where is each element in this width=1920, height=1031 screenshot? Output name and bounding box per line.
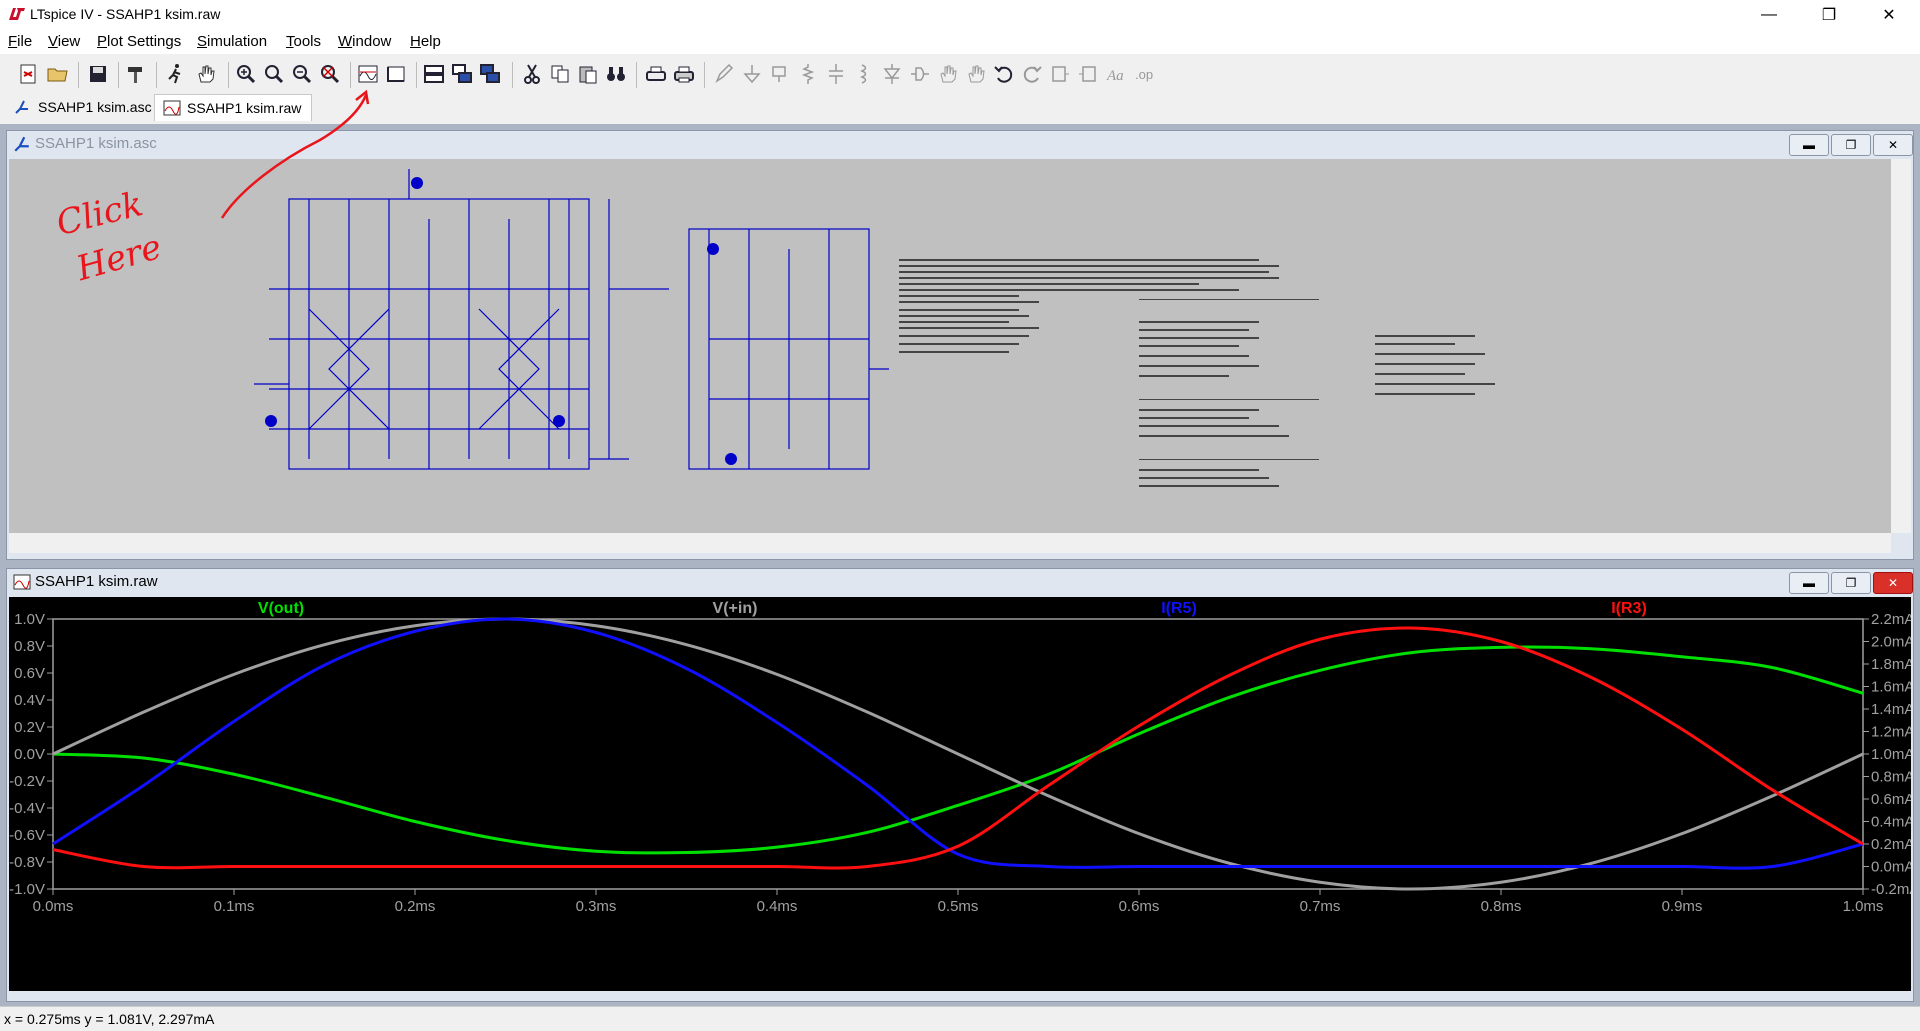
status-bar: x = 0.275ms y = 1.081V, 2.297mA [0, 1006, 1920, 1031]
x-tick-label: 0.4ms [757, 898, 798, 915]
mirror-icon[interactable] [1076, 62, 1100, 86]
y-right-tick-label: 0.6mA [1871, 791, 1911, 808]
waveform-window-titlebar[interactable]: SSAHP1 ksim.raw ▬ ❐ ✕ [7, 569, 1913, 595]
x-tick-label: 0.5ms [938, 898, 979, 915]
cursor-readout: x = 0.275ms y = 1.081V, 2.297mA [4, 1011, 215, 1027]
series-line-v-in [52, 617, 1864, 891]
redo-icon[interactable] [1020, 62, 1044, 86]
legend-entry: V(out) [258, 600, 304, 617]
legend-entry: V(+in) [713, 600, 758, 617]
tile-vertical-icon[interactable] [478, 62, 502, 86]
series-line-i-r5 [52, 617, 1864, 870]
x-tick-label: 0.9ms [1662, 898, 1703, 915]
resistor-icon[interactable] [796, 62, 820, 86]
y-right-tick-label: 1.6mA [1871, 679, 1911, 696]
y-left-tick-label: -0.4V [9, 800, 45, 817]
ground-icon[interactable] [740, 62, 764, 86]
inductor-icon[interactable] [852, 62, 876, 86]
svg-text:.op: .op [1135, 67, 1153, 82]
capacitor-icon[interactable] [824, 62, 848, 86]
find-binoculars-icon[interactable] [604, 62, 628, 86]
spice-directive-icon[interactable]: .op [1132, 62, 1156, 86]
x-tick-label: 0.6ms [1119, 898, 1160, 915]
draw-wire-pencil-icon[interactable] [712, 62, 736, 86]
waveform-close-button[interactable]: ✕ [1873, 572, 1913, 594]
diode-icon[interactable] [880, 62, 904, 86]
y-right-tick-label: 1.0mA [1871, 746, 1911, 763]
y-left-tick-label: -1.0V [9, 881, 45, 898]
y-right-tick-label: 0.8mA [1871, 769, 1911, 786]
component-icon[interactable] [908, 62, 932, 86]
click-here-annotation: Click Here [50, 184, 250, 300]
x-tick-label: 1.0ms [1843, 898, 1884, 915]
y-right-tick-label: 1.2mA [1871, 724, 1911, 741]
y-right-tick-label: -0.2mA [1871, 881, 1911, 898]
close-button[interactable]: ✕ [1866, 0, 1912, 30]
y-left-tick-label: 1.0V [14, 611, 45, 628]
y-left-tick-label: 0.4V [14, 692, 45, 709]
waveform-chart[interactable]: 0.0ms 0.1ms 0.2ms 0.3ms 0.4ms 0.5ms 0.6ms 0.7ms… [9, 597, 1919, 991]
print-setup-icon[interactable] [644, 62, 668, 86]
y-left-tick-label: 0.6V [14, 665, 45, 682]
x-tick-label: 0.8ms [1481, 898, 1522, 915]
legend-entry: I(R5) [1161, 600, 1197, 617]
y-left-tick-label: 0.8V [14, 638, 45, 655]
copy-icon[interactable] [548, 62, 572, 86]
y-right-tick-label: 1.4mA [1871, 701, 1911, 718]
y-right-tick-label: 1.8mA [1871, 656, 1911, 673]
schematic-minimize-button[interactable]: ▬ [1789, 134, 1829, 156]
waveform-window-title: SSAHP1 ksim.raw [35, 573, 158, 590]
drag-hand-icon[interactable] [964, 62, 988, 86]
waveform-minimize-button[interactable]: ▬ [1789, 572, 1829, 594]
y-left-tick-label: 0.0V [14, 746, 45, 763]
x-tick-label: 0.1ms [214, 898, 255, 915]
rotate-icon[interactable] [1048, 62, 1072, 86]
waveform-window: SSAHP1 ksim.raw ▬ ❐ ✕ 0.0ms 0.1ms 0.2ms 0.3… [6, 568, 1919, 1002]
y-right-tick-label: 2.0mA [1871, 634, 1911, 651]
y-right-tick-label: 0.0mA [1871, 859, 1911, 876]
y-left-tick-label: 0.2V [14, 719, 45, 736]
label-net-icon[interactable] [768, 62, 792, 86]
cascade-windows-icon[interactable] [450, 62, 474, 86]
waveform-plot-area[interactable]: 0.0ms 0.1ms 0.2ms 0.3ms 0.4ms 0.5ms 0.6ms 0.7ms… [9, 597, 1919, 991]
schematic-horizontal-scrollbar[interactable] [9, 533, 1891, 553]
tile-horizontal-icon[interactable] [422, 62, 446, 86]
paste-icon[interactable] [576, 62, 600, 86]
minimize-button[interactable]: — [1746, 0, 1792, 30]
schematic-close-button[interactable]: ✕ [1873, 134, 1913, 156]
print-icon[interactable] [672, 62, 696, 86]
text-icon[interactable]: Aa [1104, 62, 1128, 86]
y-left-tick-label: -0.2V [9, 773, 45, 790]
maximize-button[interactable]: ❐ [1806, 0, 1852, 30]
undo-icon[interactable] [992, 62, 1016, 86]
x-tick-label: 0.7ms [1300, 898, 1341, 915]
x-tick-label: 0.0ms [33, 898, 74, 915]
waveform-icon [13, 574, 31, 590]
move-hand-icon[interactable] [936, 62, 960, 86]
y-left-tick-label: -0.6V [9, 827, 45, 844]
cut-scissors-icon[interactable] [520, 62, 544, 86]
y-right-tick-label: 0.4mA [1871, 814, 1911, 831]
schematic-vertical-scrollbar[interactable] [1891, 159, 1911, 533]
spice-text-blocks [899, 259, 1495, 487]
x-tick-label: 0.2ms [395, 898, 436, 915]
y-left-tick-label: -0.8V [9, 854, 45, 871]
legend-entry: I(R3) [1611, 600, 1647, 617]
svg-text:Aa: Aa [1106, 68, 1124, 84]
y-right-tick-label: 0.2mA [1871, 836, 1911, 853]
x-tick-label: 0.3ms [576, 898, 617, 915]
y-right-tick-label: 2.2mA [1871, 611, 1911, 628]
schematic-restore-button[interactable]: ❐ [1831, 134, 1871, 156]
waveform-restore-button[interactable]: ❐ [1831, 572, 1871, 594]
